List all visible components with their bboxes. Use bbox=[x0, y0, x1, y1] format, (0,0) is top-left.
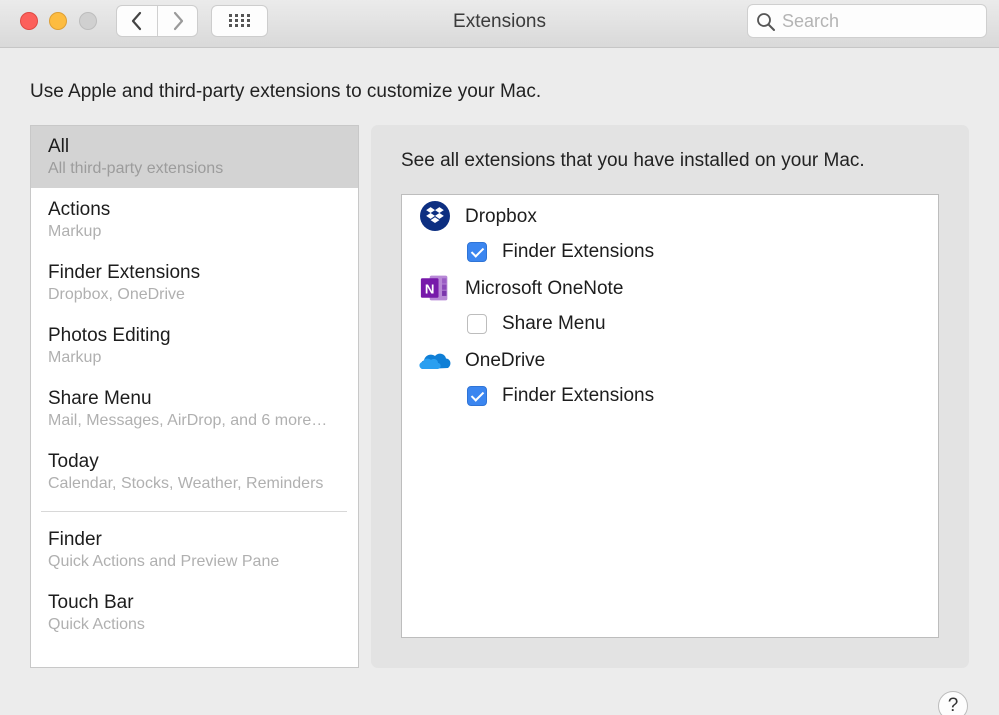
category-title: Photos Editing bbox=[48, 325, 171, 346]
category-subtitle: Quick Actions bbox=[48, 616, 145, 633]
category-title: All bbox=[48, 136, 70, 157]
category-actions[interactable]: Actions Markup bbox=[31, 189, 358, 251]
category-share-menu[interactable]: Share Menu Mail, Messages, AirDrop, and … bbox=[31, 378, 358, 440]
extension-label: Finder Extensions bbox=[502, 385, 655, 406]
extension-label: Finder Extensions bbox=[502, 241, 655, 262]
app-row-onenote: N Microsoft OneNote bbox=[417, 275, 917, 305]
search-icon bbox=[757, 13, 775, 31]
category-subtitle: Calendar, Stocks, Weather, Reminders bbox=[48, 475, 324, 492]
extensions-panel: See all extensions that you have install… bbox=[371, 125, 969, 668]
category-touch-bar[interactable]: Touch Bar Quick Actions bbox=[31, 582, 358, 644]
svg-text:N: N bbox=[425, 281, 435, 296]
app-row-onedrive: OneDrive bbox=[417, 347, 917, 377]
category-list: All All third-party extensions Actions M… bbox=[30, 125, 359, 668]
category-title: Share Menu bbox=[48, 388, 152, 409]
extensions-list: Dropbox Finder Extensions N Microsoft On… bbox=[401, 194, 939, 638]
category-subtitle: Dropbox, OneDrive bbox=[48, 286, 185, 303]
app-name: OneDrive bbox=[465, 350, 546, 371]
app-name: Dropbox bbox=[465, 206, 537, 227]
app-row-dropbox: Dropbox bbox=[417, 201, 917, 233]
category-subtitle: Markup bbox=[48, 223, 102, 240]
app-name: Microsoft OneNote bbox=[465, 278, 624, 299]
finder-extensions-checkbox[interactable] bbox=[467, 386, 487, 406]
category-finder[interactable]: Finder Quick Actions and Preview Pane bbox=[31, 519, 358, 581]
category-title: Actions bbox=[48, 199, 111, 220]
category-subtitle: Mail, Messages, AirDrop, and 6 more… bbox=[48, 412, 328, 429]
category-subtitle: Markup bbox=[48, 349, 102, 366]
extension-item[interactable]: Finder Extensions bbox=[467, 240, 867, 264]
onenote-icon: N bbox=[420, 275, 448, 301]
category-title: Finder bbox=[48, 529, 102, 550]
category-title: Touch Bar bbox=[48, 592, 134, 613]
onedrive-icon bbox=[419, 353, 451, 369]
title-bar: Extensions bbox=[0, 0, 999, 48]
category-title: Finder Extensions bbox=[48, 262, 201, 283]
category-subtitle: Quick Actions and Preview Pane bbox=[48, 553, 280, 570]
extension-item[interactable]: Finder Extensions bbox=[467, 384, 867, 408]
dropbox-icon bbox=[420, 201, 450, 231]
search-input[interactable] bbox=[782, 9, 978, 33]
help-button[interactable]: ? bbox=[938, 691, 968, 715]
panel-description: See all extensions that you have install… bbox=[401, 150, 865, 171]
search-field[interactable] bbox=[747, 4, 987, 38]
share-menu-checkbox[interactable] bbox=[467, 314, 487, 334]
intro-text: Use Apple and third-party extensions to … bbox=[30, 81, 542, 102]
finder-extensions-checkbox[interactable] bbox=[467, 242, 487, 262]
category-today[interactable]: Today Calendar, Stocks, Weather, Reminde… bbox=[31, 441, 358, 503]
category-divider bbox=[41, 511, 347, 512]
extension-item[interactable]: Share Menu bbox=[467, 312, 867, 336]
category-photos-editing[interactable]: Photos Editing Markup bbox=[31, 315, 358, 377]
category-all[interactable]: All All third-party extensions bbox=[31, 126, 358, 188]
category-finder-extensions[interactable]: Finder Extensions Dropbox, OneDrive bbox=[31, 252, 358, 314]
category-subtitle: All third-party extensions bbox=[48, 160, 224, 177]
category-title: Today bbox=[48, 451, 99, 472]
extension-label: Share Menu bbox=[502, 313, 606, 334]
